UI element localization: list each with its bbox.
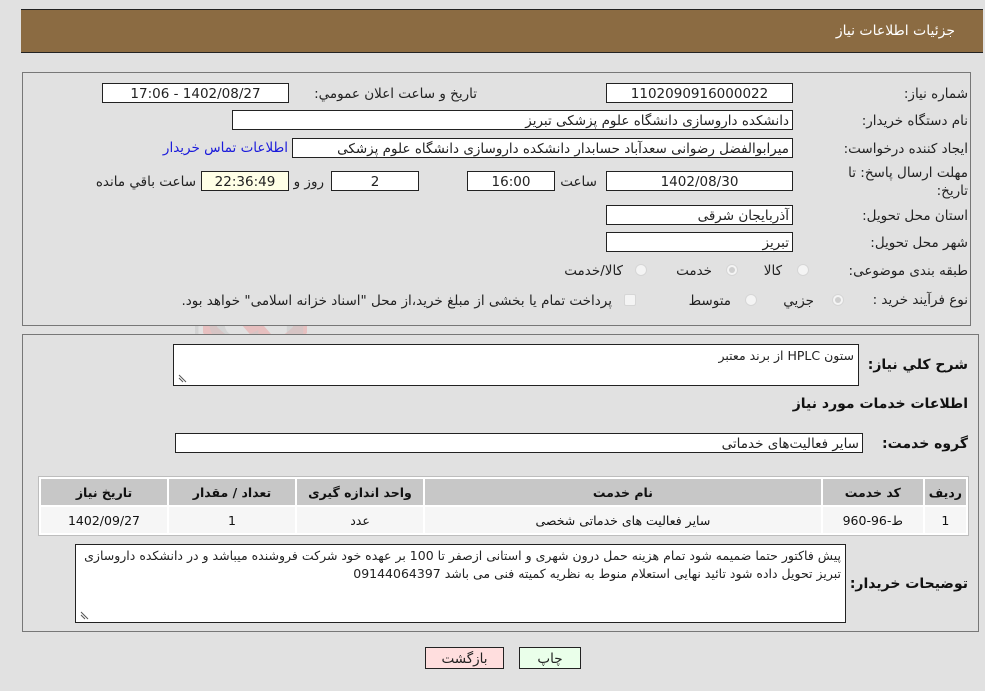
- resize-grip-icon[interactable]: [177, 373, 187, 383]
- province-label: استان محل تحویل:: [862, 208, 968, 224]
- general-desc-text: ستون HPLC از برند معتبر: [718, 348, 854, 363]
- province-field: آذربایجان شرقی: [606, 205, 793, 225]
- service-group-field: سایر فعالیت‌های خدماتی: [175, 433, 863, 453]
- category-option-service: خدمت: [676, 263, 712, 279]
- deadline-date-field: 1402/08/30: [606, 171, 793, 191]
- category-radio-goods[interactable]: [797, 264, 809, 276]
- page-header: جزئیات اطلاعات نیاز: [21, 9, 983, 53]
- buyer-org-label: نام دستگاه خريدار:: [861, 113, 968, 129]
- category-radio-goods-service[interactable]: [635, 264, 647, 276]
- buyer-notes-label: توضيحات خريدار:: [849, 576, 968, 592]
- purchase-type-option-minor: جزيي: [783, 293, 814, 309]
- service-group-label: گروه خدمت:: [882, 436, 968, 452]
- col-service-code: کد خدمت: [822, 479, 923, 505]
- time-remaining-label: ساعت باقي مانده: [95, 174, 196, 190]
- category-label: طبقه بندی موضوعی:: [848, 263, 968, 279]
- buyer-notes-textarea[interactable]: پیش فاکتور حتما ضمیمه شود تمام هزینه حمل…: [75, 544, 846, 623]
- resize-grip-icon[interactable]: [79, 610, 89, 620]
- category-radio-service[interactable]: [726, 264, 738, 276]
- category-option-goods: کالا: [763, 263, 782, 279]
- purchase-type-radio-medium[interactable]: [745, 294, 757, 306]
- treasury-checkbox[interactable]: [624, 294, 636, 306]
- page-title: جزئیات اطلاعات نیاز: [835, 23, 955, 39]
- purchase-type-radio-minor[interactable]: [832, 294, 844, 306]
- cell-service-code: ط-96-960: [822, 507, 923, 533]
- requester-label: ايجاد کننده درخواست:: [843, 141, 968, 157]
- buyer-org-field: دانشکده داروسازی دانشگاه علوم پزشکی تبری…: [232, 110, 793, 130]
- deadline-label-line2: تاریخ:: [936, 183, 968, 199]
- col-quantity: تعداد / مقدار: [169, 479, 295, 505]
- table-row: 1 ط-96-960 سایر فعالیت های خدماتی شخصی ع…: [41, 507, 966, 533]
- col-need-date: تاریخ نیاز: [41, 479, 167, 505]
- time-remaining-field: 22:36:49: [201, 171, 289, 191]
- deadline-label-line1: مهلت ارسال پاسخ: تا: [848, 165, 968, 181]
- col-service-name: نام خدمت: [425, 479, 821, 505]
- purchase-type-label: نوع فرآیند خرید :: [872, 292, 968, 308]
- col-row-number: رديف: [924, 479, 966, 505]
- cell-unit: عدد: [297, 507, 423, 533]
- deadline-time-field: 16:00: [467, 171, 555, 191]
- buyer-contact-link[interactable]: اطلاعات تماس خریدار: [163, 140, 288, 156]
- days-label: روز و: [293, 174, 324, 190]
- table-header-row: رديف کد خدمت نام خدمت واحد اندازه گيری ت…: [41, 479, 966, 505]
- services-heading: اطلاعات خدمات مورد نياز: [792, 396, 968, 412]
- cell-need-date: 1402/09/27: [41, 507, 167, 533]
- days-remaining-field: 2: [331, 171, 419, 191]
- need-number-label: شماره نیاز:: [903, 86, 968, 102]
- cell-service-name: سایر فعالیت های خدماتی شخصی: [425, 507, 821, 533]
- cell-row-number: 1: [924, 507, 966, 533]
- buyer-notes-text: پیش فاکتور حتما ضمیمه شود تمام هزینه حمل…: [84, 548, 841, 581]
- announce-datetime-label: تاريخ و ساعت اعلان عمومي:: [314, 86, 477, 102]
- cell-quantity: 1: [169, 507, 295, 533]
- purchase-type-option-medium: متوسط: [688, 293, 731, 309]
- col-unit: واحد اندازه گيری: [297, 479, 423, 505]
- print-button[interactable]: چاپ: [519, 647, 581, 669]
- general-desc-label: شرح کلي نياز:: [867, 357, 968, 373]
- general-desc-textarea[interactable]: ستون HPLC از برند معتبر: [173, 344, 859, 386]
- back-button[interactable]: بازگشت: [425, 647, 504, 669]
- category-option-goods-service: کالا/خدمت: [564, 263, 623, 279]
- city-label: شهر محل تحویل:: [870, 235, 968, 251]
- deadline-time-label: ساعت: [560, 174, 597, 190]
- items-table: رديف کد خدمت نام خدمت واحد اندازه گيری ت…: [39, 477, 968, 535]
- announce-datetime-field: 1402/08/27 - 17:06: [102, 83, 289, 103]
- treasury-note: پرداخت تمام یا بخشی از مبلغ خرید،از محل …: [181, 293, 612, 309]
- city-field: تبریز: [606, 232, 793, 252]
- need-number-field: 1102090916000022: [606, 83, 793, 103]
- requester-field: میرابوالفضل رضوانی سعدآباد حسابدار دانشک…: [292, 138, 793, 158]
- items-table-wrapper: رديف کد خدمت نام خدمت واحد اندازه گيری ت…: [38, 476, 969, 536]
